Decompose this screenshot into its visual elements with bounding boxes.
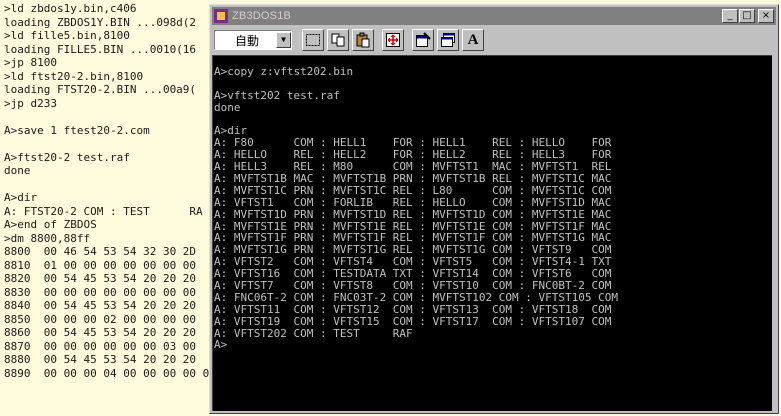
toolbar: 自動 ▼ A bbox=[212, 27, 776, 53]
terminal-line: A>vftst202 test.raf bbox=[214, 88, 340, 102]
copy-button[interactable] bbox=[327, 29, 349, 51]
app-icon[interactable] bbox=[214, 9, 228, 23]
fullscreen-button[interactable] bbox=[382, 29, 404, 51]
background-icon bbox=[441, 33, 455, 47]
chevron-down-icon[interactable]: ▼ bbox=[276, 32, 291, 48]
font-size-select[interactable]: 自動 ▼ bbox=[214, 30, 292, 50]
font-size-value: 自動 bbox=[235, 33, 260, 48]
window-titlebar[interactable]: ZB3DOS1B _ □ × bbox=[212, 7, 776, 25]
terminal-line: A>copy z:vftst202.bin bbox=[214, 65, 354, 78]
close-button[interactable]: × bbox=[758, 9, 774, 23]
font-icon: A bbox=[467, 31, 479, 48]
window-title: ZB3DOS1B bbox=[232, 10, 292, 22]
background-button[interactable] bbox=[437, 29, 459, 51]
copy-icon bbox=[331, 33, 345, 47]
maximize-button[interactable]: □ bbox=[739, 9, 755, 23]
paste-button[interactable] bbox=[352, 29, 374, 51]
terminal-line: A: VFTST202 COM : TEST RAF bbox=[214, 326, 413, 340]
properties-button[interactable] bbox=[412, 29, 434, 51]
minimize-button[interactable]: _ bbox=[722, 9, 738, 23]
console-output[interactable]: A>copy z:vftst202.bin A>vftst202 test.raf… bbox=[212, 55, 774, 411]
paste-icon bbox=[356, 32, 370, 48]
properties-icon bbox=[416, 32, 431, 47]
terminal-line: done bbox=[214, 100, 241, 114]
terminal-line: A: MVFTST1C PRN : MVFTST1C REL : L80 COM… bbox=[214, 183, 612, 197]
console-scrollbar[interactable] bbox=[772, 55, 776, 411]
terminal-line: A: MVFTST1D PRN : MVFTST1D REL : MVFTST1… bbox=[214, 207, 612, 221]
dos-window[interactable]: ZB3DOS1B _ □ × 自動 ▼ A A>copy z:vftst202.… bbox=[209, 4, 779, 414]
terminal-line: A: VFTST11 COM : VFTST12 COM : VFTST13 C… bbox=[214, 302, 612, 316]
fullscreen-icon bbox=[386, 33, 400, 47]
terminal-line: A: VFTST1 COM : FORLIB REL : HELLO COM :… bbox=[214, 195, 612, 209]
font-button[interactable]: A bbox=[462, 29, 484, 51]
mark-icon bbox=[306, 34, 320, 46]
terminal-line: A> bbox=[214, 338, 228, 352]
terminal-line: A: VFTST19 COM : VFTST15 COM : VFTST17 C… bbox=[214, 314, 612, 328]
mark-button[interactable] bbox=[302, 29, 324, 51]
